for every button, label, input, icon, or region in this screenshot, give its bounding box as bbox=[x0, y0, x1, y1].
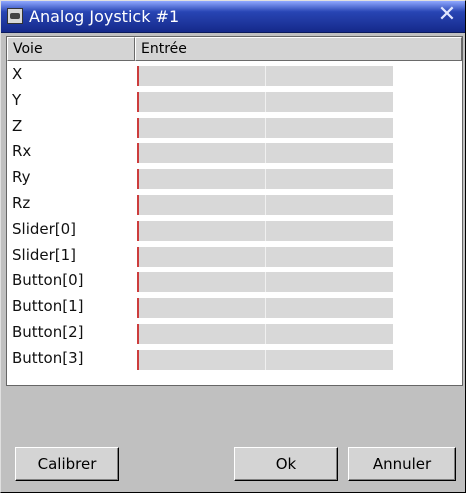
bar-center-line bbox=[265, 349, 266, 370]
list-header: Voie Entrée bbox=[7, 37, 462, 61]
row-label: Rx bbox=[12, 142, 32, 161]
list-row[interactable]: Button[1] bbox=[7, 295, 462, 321]
input-level-bar bbox=[137, 220, 393, 241]
list-row[interactable]: Rz bbox=[7, 192, 462, 218]
calibrer-button[interactable]: Calibrer bbox=[15, 447, 119, 481]
joystick-icon bbox=[7, 8, 23, 24]
bar-center-line bbox=[265, 117, 266, 138]
input-level-bar bbox=[137, 143, 393, 164]
list-row[interactable]: Slider[0] bbox=[7, 218, 462, 244]
bar-center-line bbox=[265, 143, 266, 164]
row-label: Z bbox=[12, 116, 23, 135]
row-label: Button[3] bbox=[12, 348, 84, 367]
row-label: Slider[0] bbox=[12, 219, 77, 238]
row-label: Ry bbox=[12, 168, 31, 187]
axis-list[interactable]: Voie Entrée X Y Z Rx Ry Rz Slider[0] Slider[1] B… bbox=[6, 36, 463, 386]
bar-center-line bbox=[265, 323, 266, 344]
list-rows: X Y Z Rx Ry Rz Slider[0] Slider[1] Button[0] Butt… bbox=[7, 63, 462, 373]
row-label: Slider[1] bbox=[12, 245, 77, 264]
list-row[interactable]: Ry bbox=[7, 166, 462, 192]
bar-center-line bbox=[265, 194, 266, 215]
column-header-voie[interactable]: Voie bbox=[7, 37, 135, 61]
bar-center-line bbox=[265, 91, 266, 112]
input-level-bar bbox=[137, 91, 393, 112]
row-label: Rz bbox=[12, 193, 31, 212]
row-label: Button[1] bbox=[12, 297, 84, 316]
input-level-bar bbox=[137, 194, 393, 215]
list-row[interactable]: Button[3] bbox=[7, 347, 462, 373]
input-level-bar bbox=[137, 169, 393, 190]
list-row[interactable]: Y bbox=[7, 89, 462, 115]
bar-center-line bbox=[265, 220, 266, 241]
bar-center-line bbox=[265, 169, 266, 190]
list-row[interactable]: X bbox=[7, 63, 462, 89]
row-label: Button[2] bbox=[12, 322, 84, 341]
bar-center-line bbox=[265, 246, 266, 267]
column-header-entree[interactable]: Entrée bbox=[135, 37, 462, 61]
list-row[interactable]: Slider[1] bbox=[7, 244, 462, 270]
row-label: Button[0] bbox=[12, 271, 84, 290]
annuler-button[interactable]: Annuler bbox=[348, 447, 456, 481]
bar-center-line bbox=[265, 298, 266, 319]
close-icon[interactable]: ✕ bbox=[437, 4, 457, 26]
bar-center-line bbox=[265, 272, 266, 293]
list-row[interactable]: Z bbox=[7, 115, 462, 141]
input-level-bar bbox=[137, 349, 393, 370]
input-level-bar bbox=[137, 298, 393, 319]
input-level-bar bbox=[137, 246, 393, 267]
window-title: Analog Joystick #1 bbox=[29, 7, 180, 26]
input-level-bar bbox=[137, 272, 393, 293]
input-level-bar bbox=[137, 323, 393, 344]
input-level-bar bbox=[137, 117, 393, 138]
list-row[interactable]: Rx bbox=[7, 140, 462, 166]
row-label: Y bbox=[12, 90, 22, 109]
row-label: X bbox=[12, 65, 23, 83]
list-row[interactable]: Button[0] bbox=[7, 269, 462, 295]
title-bar[interactable]: Analog Joystick #1 ✕ bbox=[1, 1, 465, 33]
joystick-dialog: Analog Joystick #1 ✕ Voie Entrée X Y Z Rx Ry… bbox=[0, 0, 466, 493]
bar-center-line bbox=[265, 66, 266, 86]
list-row[interactable]: Button[2] bbox=[7, 321, 462, 347]
ok-button[interactable]: Ok bbox=[234, 447, 338, 481]
input-level-bar bbox=[137, 66, 393, 86]
